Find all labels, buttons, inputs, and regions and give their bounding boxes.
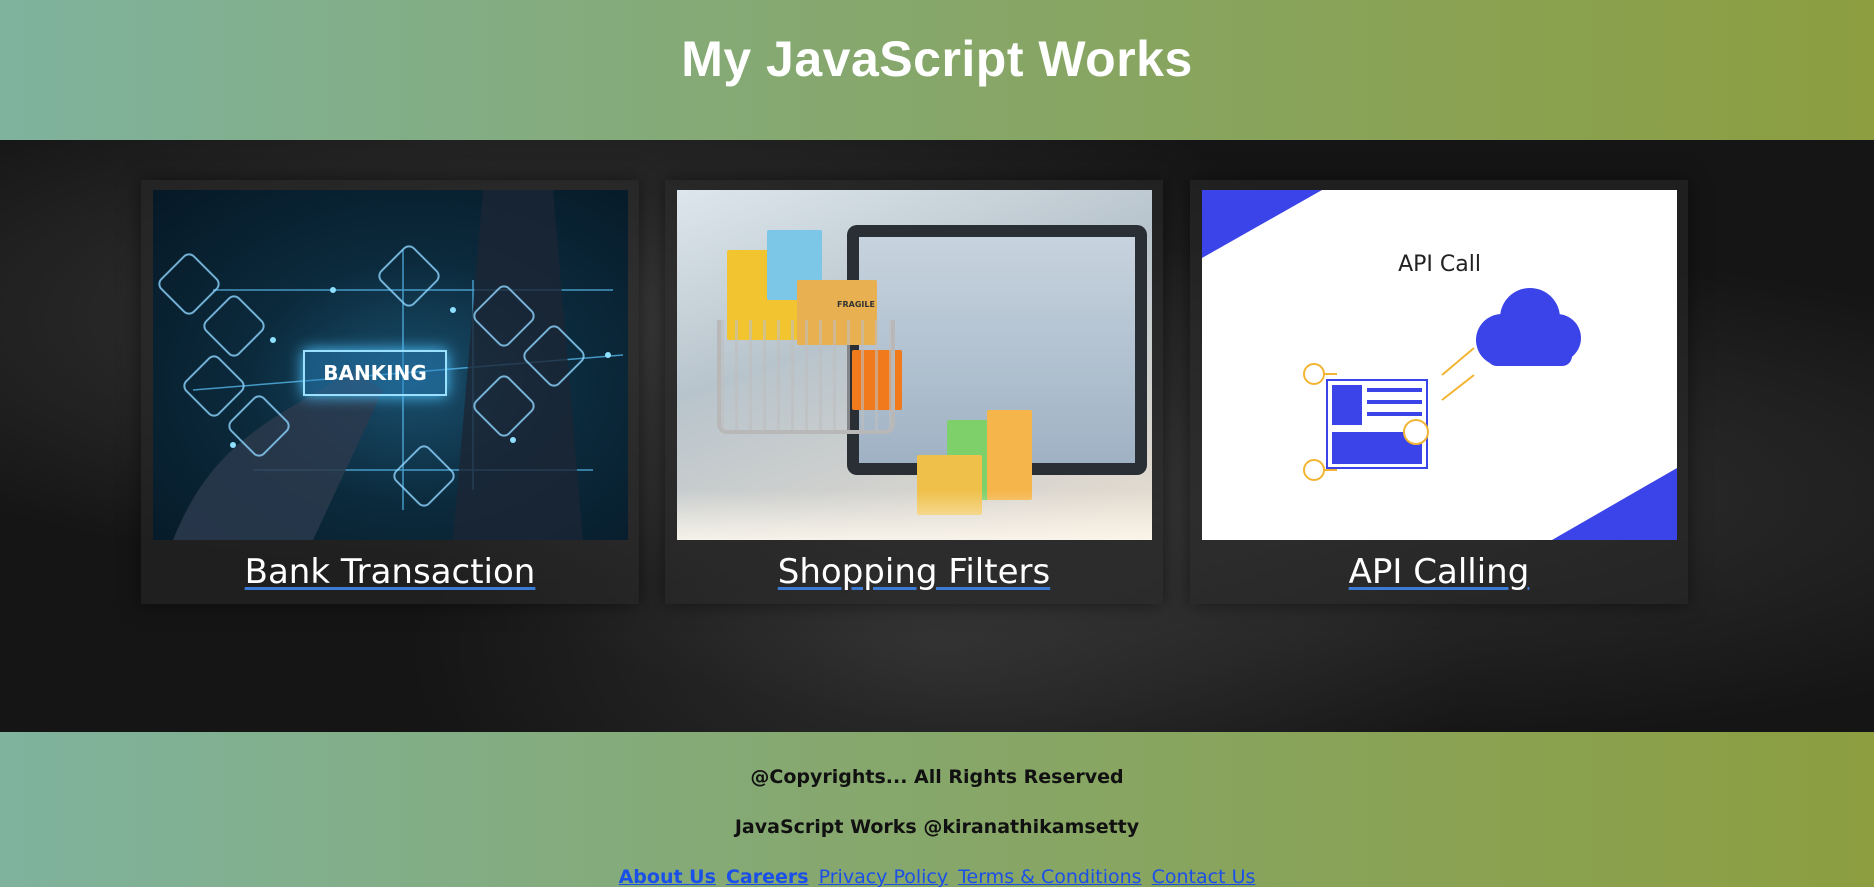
page-title: My JavaScript Works [681,31,1193,87]
api-calling-link[interactable]: API Calling [1190,552,1688,592]
shopping-cart-graphic [717,320,895,434]
page-header: My JavaScript Works [0,0,1874,140]
project-card-bank[interactable]: BANKING Bank Transaction [141,180,639,604]
banking-image[interactable]: BANKING [153,190,628,540]
page-footer: @Copyrights... All Rights Reserved JavaS… [0,732,1874,888]
copyright-text: @Copyrights... All Rights Reserved [750,766,1124,788]
footer-link-privacy-policy[interactable]: Privacy Policy [819,866,948,888]
footer-link-about-us[interactable]: About Us [619,866,716,888]
footer-link-careers[interactable]: Careers [726,866,809,888]
project-card-shopping[interactable]: FRAGILE Shopping Filters [665,180,1163,604]
footer-link-terms[interactable]: Terms & Conditions [958,866,1141,888]
api-call-label: API Call [1398,252,1481,277]
api-diagram-graphic [1202,190,1677,540]
api-image[interactable]: API Call [1202,190,1677,540]
banking-label: BANKING [303,350,447,396]
projects-section: BANKING Bank Transaction FRAGILE Shoppin… [0,140,1874,732]
footer-links: About Us Careers Privacy Policy Terms & … [0,866,1874,888]
credit-text: JavaScript Works @kiranathikamsetty [734,816,1140,838]
shopping-image[interactable]: FRAGILE [677,190,1152,540]
shopping-filters-link[interactable]: Shopping Filters [665,552,1163,592]
fragile-label: FRAGILE [837,300,875,309]
footer-link-contact-us[interactable]: Contact Us [1152,866,1256,888]
orange-bag [987,410,1032,500]
bank-transaction-link[interactable]: Bank Transaction [141,552,639,592]
project-card-api[interactable]: API Call API Calling [1190,180,1688,604]
